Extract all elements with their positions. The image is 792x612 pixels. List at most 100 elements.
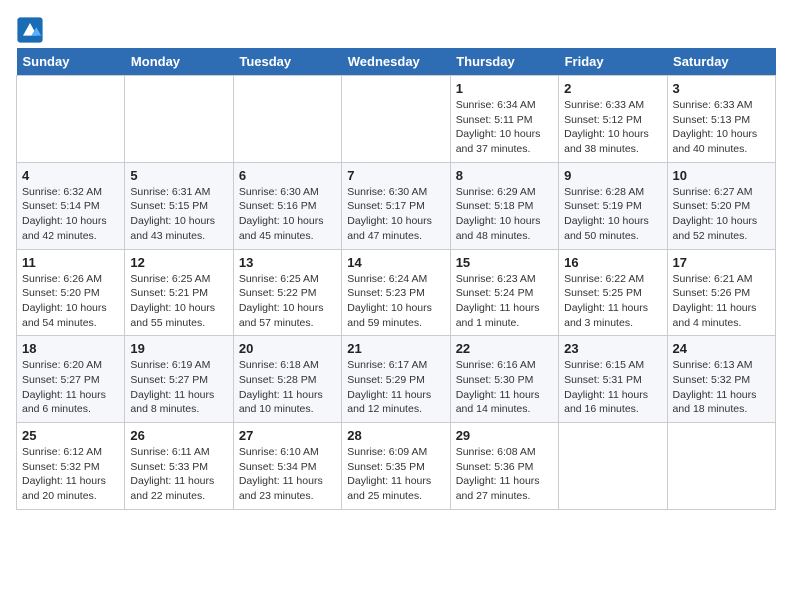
calendar-cell: 12 Sunrise: 6:25 AM Sunset: 5:21 PM Dayli… bbox=[125, 249, 233, 336]
day-info: Sunrise: 6:16 AM Sunset: 5:30 PM Dayligh… bbox=[456, 358, 553, 417]
week-row-5: 25Sunrise: 6:12 AM Sunset: 5:32 PM Dayli… bbox=[17, 423, 776, 510]
calendar-cell: 26 Sunrise: 6:11 AM Sunset: 5:33 PM Dayli… bbox=[125, 423, 233, 510]
day-number: 7 bbox=[347, 168, 444, 183]
day-number: 4 bbox=[22, 168, 119, 183]
day-header-monday: Monday bbox=[125, 48, 233, 76]
day-info: Sunrise: 6:24 AM Sunset: 5:23 PM Dayligh… bbox=[347, 272, 444, 331]
calendar-cell bbox=[125, 76, 233, 163]
day-number: 8 bbox=[456, 168, 553, 183]
calendar-cell: 19 Sunrise: 6:19 AM Sunset: 5:27 PM Dayli… bbox=[125, 336, 233, 423]
calendar-cell: 23 Sunrise: 6:15 AM Sunset: 5:31 PM Dayli… bbox=[559, 336, 667, 423]
day-info: Sunrise: 6:10 AM Sunset: 5:34 PM Dayligh… bbox=[239, 445, 336, 504]
calendar-cell: 11Sunrise: 6:26 AM Sunset: 5:20 PM Dayli… bbox=[17, 249, 125, 336]
day-number: 6 bbox=[239, 168, 336, 183]
calendar-cell: 1 Sunrise: 6:34 AM Sunset: 5:11 PM Daylig… bbox=[450, 76, 558, 163]
calendar-cell: 4 Sunrise: 6:32 AM Sunset: 5:14 PM Daylig… bbox=[17, 162, 125, 249]
day-header-friday: Friday bbox=[559, 48, 667, 76]
day-number: 1 bbox=[456, 81, 553, 96]
day-info: Sunrise: 6:33 AM Sunset: 5:12 PM Dayligh… bbox=[564, 98, 661, 157]
day-info: Sunrise: 6:19 AM Sunset: 5:27 PM Dayligh… bbox=[130, 358, 227, 417]
day-info: Sunrise: 6:22 AM Sunset: 5:25 PM Dayligh… bbox=[564, 272, 661, 331]
day-number: 3 bbox=[673, 81, 770, 96]
week-row-3: 11Sunrise: 6:26 AM Sunset: 5:20 PM Dayli… bbox=[17, 249, 776, 336]
day-info: Sunrise: 6:34 AM Sunset: 5:11 PM Dayligh… bbox=[456, 98, 553, 157]
day-info: Sunrise: 6:25 AM Sunset: 5:22 PM Dayligh… bbox=[239, 272, 336, 331]
calendar-cell bbox=[667, 423, 775, 510]
day-info: Sunrise: 6:25 AM Sunset: 5:21 PM Dayligh… bbox=[130, 272, 227, 331]
day-number: 21 bbox=[347, 341, 444, 356]
calendar-cell: 14 Sunrise: 6:24 AM Sunset: 5:23 PM Dayli… bbox=[342, 249, 450, 336]
day-info: Sunrise: 6:33 AM Sunset: 5:13 PM Dayligh… bbox=[673, 98, 770, 157]
calendar-cell: 18 Sunrise: 6:20 AM Sunset: 5:27 PM Dayli… bbox=[17, 336, 125, 423]
calendar-cell: 10 Sunrise: 6:27 AM Sunset: 5:20 PM Dayli… bbox=[667, 162, 775, 249]
calendar-table: SundayMondayTuesdayWednesdayThursdayFrid… bbox=[16, 48, 776, 510]
calendar-cell: 17 Sunrise: 6:21 AM Sunset: 5:26 PM Dayli… bbox=[667, 249, 775, 336]
day-info: Sunrise: 6:30 AM Sunset: 5:17 PM Dayligh… bbox=[347, 185, 444, 244]
calendar-header: SundayMondayTuesdayWednesdayThursdayFrid… bbox=[17, 48, 776, 76]
day-info: Sunrise: 6:27 AM Sunset: 5:20 PM Dayligh… bbox=[673, 185, 770, 244]
day-info: Sunrise: 6:09 AM Sunset: 5:35 PM Dayligh… bbox=[347, 445, 444, 504]
day-info: Sunrise: 6:20 AM Sunset: 5:27 PM Dayligh… bbox=[22, 358, 119, 417]
calendar-cell: 21 Sunrise: 6:17 AM Sunset: 5:29 PM Dayli… bbox=[342, 336, 450, 423]
day-number: 11 bbox=[22, 255, 119, 270]
day-number: 5 bbox=[130, 168, 227, 183]
week-row-2: 4 Sunrise: 6:32 AM Sunset: 5:14 PM Daylig… bbox=[17, 162, 776, 249]
day-number: 22 bbox=[456, 341, 553, 356]
day-info: Sunrise: 6:32 AM Sunset: 5:14 PM Dayligh… bbox=[22, 185, 119, 244]
day-info: Sunrise: 6:18 AM Sunset: 5:28 PM Dayligh… bbox=[239, 358, 336, 417]
day-number: 23 bbox=[564, 341, 661, 356]
day-number: 12 bbox=[130, 255, 227, 270]
calendar-cell bbox=[233, 76, 341, 163]
calendar-cell: 15Sunrise: 6:23 AM Sunset: 5:24 PM Dayli… bbox=[450, 249, 558, 336]
calendar-cell: 3 Sunrise: 6:33 AM Sunset: 5:13 PM Daylig… bbox=[667, 76, 775, 163]
calendar-cell: 8 Sunrise: 6:29 AM Sunset: 5:18 PM Daylig… bbox=[450, 162, 558, 249]
day-number: 20 bbox=[239, 341, 336, 356]
calendar-cell bbox=[342, 76, 450, 163]
calendar-cell: 27 Sunrise: 6:10 AM Sunset: 5:34 PM Dayli… bbox=[233, 423, 341, 510]
day-number: 18 bbox=[22, 341, 119, 356]
day-header-sunday: Sunday bbox=[17, 48, 125, 76]
week-row-1: 1 Sunrise: 6:34 AM Sunset: 5:11 PM Daylig… bbox=[17, 76, 776, 163]
day-number: 26 bbox=[130, 428, 227, 443]
calendar-cell: 13 Sunrise: 6:25 AM Sunset: 5:22 PM Dayli… bbox=[233, 249, 341, 336]
day-number: 17 bbox=[673, 255, 770, 270]
day-number: 9 bbox=[564, 168, 661, 183]
day-info: Sunrise: 6:17 AM Sunset: 5:29 PM Dayligh… bbox=[347, 358, 444, 417]
calendar-cell bbox=[559, 423, 667, 510]
day-number: 19 bbox=[130, 341, 227, 356]
calendar-cell: 9 Sunrise: 6:28 AM Sunset: 5:19 PM Daylig… bbox=[559, 162, 667, 249]
day-info: Sunrise: 6:08 AM Sunset: 5:36 PM Dayligh… bbox=[456, 445, 553, 504]
day-number: 10 bbox=[673, 168, 770, 183]
day-number: 16 bbox=[564, 255, 661, 270]
calendar-cell: 16 Sunrise: 6:22 AM Sunset: 5:25 PM Dayli… bbox=[559, 249, 667, 336]
day-info: Sunrise: 6:30 AM Sunset: 5:16 PM Dayligh… bbox=[239, 185, 336, 244]
day-header-thursday: Thursday bbox=[450, 48, 558, 76]
day-info: Sunrise: 6:11 AM Sunset: 5:33 PM Dayligh… bbox=[130, 445, 227, 504]
calendar-cell: 29 Sunrise: 6:08 AM Sunset: 5:36 PM Dayli… bbox=[450, 423, 558, 510]
day-info: Sunrise: 6:21 AM Sunset: 5:26 PM Dayligh… bbox=[673, 272, 770, 331]
calendar-cell: 6 Sunrise: 6:30 AM Sunset: 5:16 PM Daylig… bbox=[233, 162, 341, 249]
day-info: Sunrise: 6:28 AM Sunset: 5:19 PM Dayligh… bbox=[564, 185, 661, 244]
day-number: 27 bbox=[239, 428, 336, 443]
day-number: 2 bbox=[564, 81, 661, 96]
calendar-cell bbox=[17, 76, 125, 163]
day-info: Sunrise: 6:29 AM Sunset: 5:18 PM Dayligh… bbox=[456, 185, 553, 244]
calendar-cell: 28 Sunrise: 6:09 AM Sunset: 5:35 PM Dayli… bbox=[342, 423, 450, 510]
calendar-cell: 2 Sunrise: 6:33 AM Sunset: 5:12 PM Daylig… bbox=[559, 76, 667, 163]
day-number: 28 bbox=[347, 428, 444, 443]
calendar-cell: 25Sunrise: 6:12 AM Sunset: 5:32 PM Dayli… bbox=[17, 423, 125, 510]
calendar-cell: 7 Sunrise: 6:30 AM Sunset: 5:17 PM Daylig… bbox=[342, 162, 450, 249]
day-info: Sunrise: 6:13 AM Sunset: 5:32 PM Dayligh… bbox=[673, 358, 770, 417]
calendar-cell: 20 Sunrise: 6:18 AM Sunset: 5:28 PM Dayli… bbox=[233, 336, 341, 423]
day-header-saturday: Saturday bbox=[667, 48, 775, 76]
day-header-tuesday: Tuesday bbox=[233, 48, 341, 76]
page-header bbox=[16, 16, 776, 44]
day-number: 25 bbox=[22, 428, 119, 443]
day-number: 29 bbox=[456, 428, 553, 443]
day-number: 13 bbox=[239, 255, 336, 270]
day-number: 15 bbox=[456, 255, 553, 270]
logo bbox=[16, 16, 48, 44]
day-header-wednesday: Wednesday bbox=[342, 48, 450, 76]
day-number: 14 bbox=[347, 255, 444, 270]
day-info: Sunrise: 6:15 AM Sunset: 5:31 PM Dayligh… bbox=[564, 358, 661, 417]
